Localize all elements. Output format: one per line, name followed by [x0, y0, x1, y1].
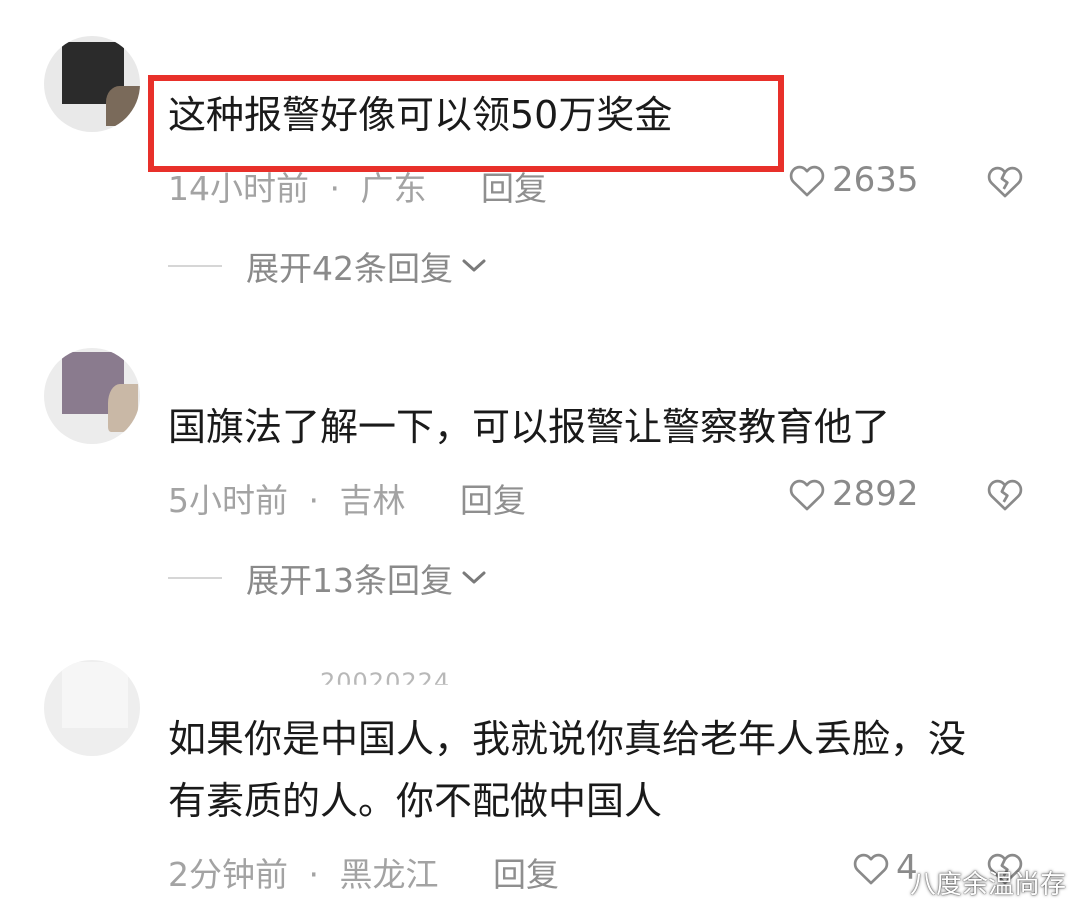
like-button[interactable]: 2635	[788, 160, 919, 200]
comment-meta: 5小时前 · 吉林 回复	[168, 474, 526, 522]
like-count: 2635	[832, 160, 919, 200]
broken-heart-icon	[987, 479, 1023, 511]
expand-replies-button[interactable]: 展开13条回复	[168, 554, 487, 602]
heart-outline-icon	[789, 479, 825, 511]
avatar-image-fragment	[106, 86, 140, 126]
expand-replies-label: 展开42条回复	[246, 249, 453, 288]
meta-separator: ·	[308, 855, 320, 894]
expand-replies-label: 展开13条回复	[246, 561, 453, 600]
reply-button[interactable]: 回复	[460, 481, 526, 520]
expand-divider	[168, 577, 222, 579]
comment-text: 国旗法了解一下，可以报警让警察教育他了	[168, 405, 891, 449]
avatar-redaction	[62, 662, 128, 728]
highlight-box	[148, 75, 784, 172]
comment-location: 广东	[360, 169, 427, 208]
comment-meta: 2分钟前 · 黑龙江 回复	[168, 848, 559, 896]
like-count: 2892	[832, 474, 919, 514]
comment-text-line-1: 如果你是中国人，我就说你真给老年人丢脸，没	[168, 717, 967, 761]
comment-time: 5小时前	[168, 481, 288, 520]
dislike-button[interactable]	[986, 163, 1024, 203]
comment-location: 黑龙江	[339, 855, 439, 894]
chevron-down-icon	[462, 259, 486, 272]
avatar-image-fragment	[108, 384, 138, 432]
reply-button[interactable]: 回复	[493, 855, 559, 894]
comment-time: 14小时前	[168, 169, 309, 208]
heart-outline-icon	[789, 165, 825, 197]
comment-text-line-2: 有素质的人。你不配做中国人	[168, 779, 663, 823]
comment-location: 吉林	[339, 481, 406, 520]
meta-separator: ·	[329, 169, 341, 208]
meta-separator: ·	[308, 481, 320, 520]
like-button[interactable]: 2892	[788, 474, 919, 514]
heart-outline-icon	[853, 853, 889, 885]
comment-time: 2分钟前	[168, 855, 288, 894]
chevron-down-icon	[462, 571, 486, 584]
dislike-button[interactable]	[986, 476, 1024, 516]
broken-heart-icon	[987, 166, 1023, 198]
expand-divider	[168, 265, 222, 267]
username-fragment: 20020224	[320, 668, 451, 696]
expand-replies-button[interactable]: 展开42条回复	[168, 242, 487, 290]
avatar[interactable]	[44, 36, 140, 132]
watermark: 八度余温尚存	[909, 870, 1066, 900]
like-button[interactable]: 4	[852, 848, 918, 888]
avatar[interactable]	[44, 660, 140, 756]
reply-button[interactable]: 回复	[481, 171, 547, 208]
avatar[interactable]	[44, 348, 140, 444]
comment-list-page: 这种报警好像可以领50万奖金 14小时前 · 广东 回复 2635 展开42条回…	[0, 0, 1080, 911]
